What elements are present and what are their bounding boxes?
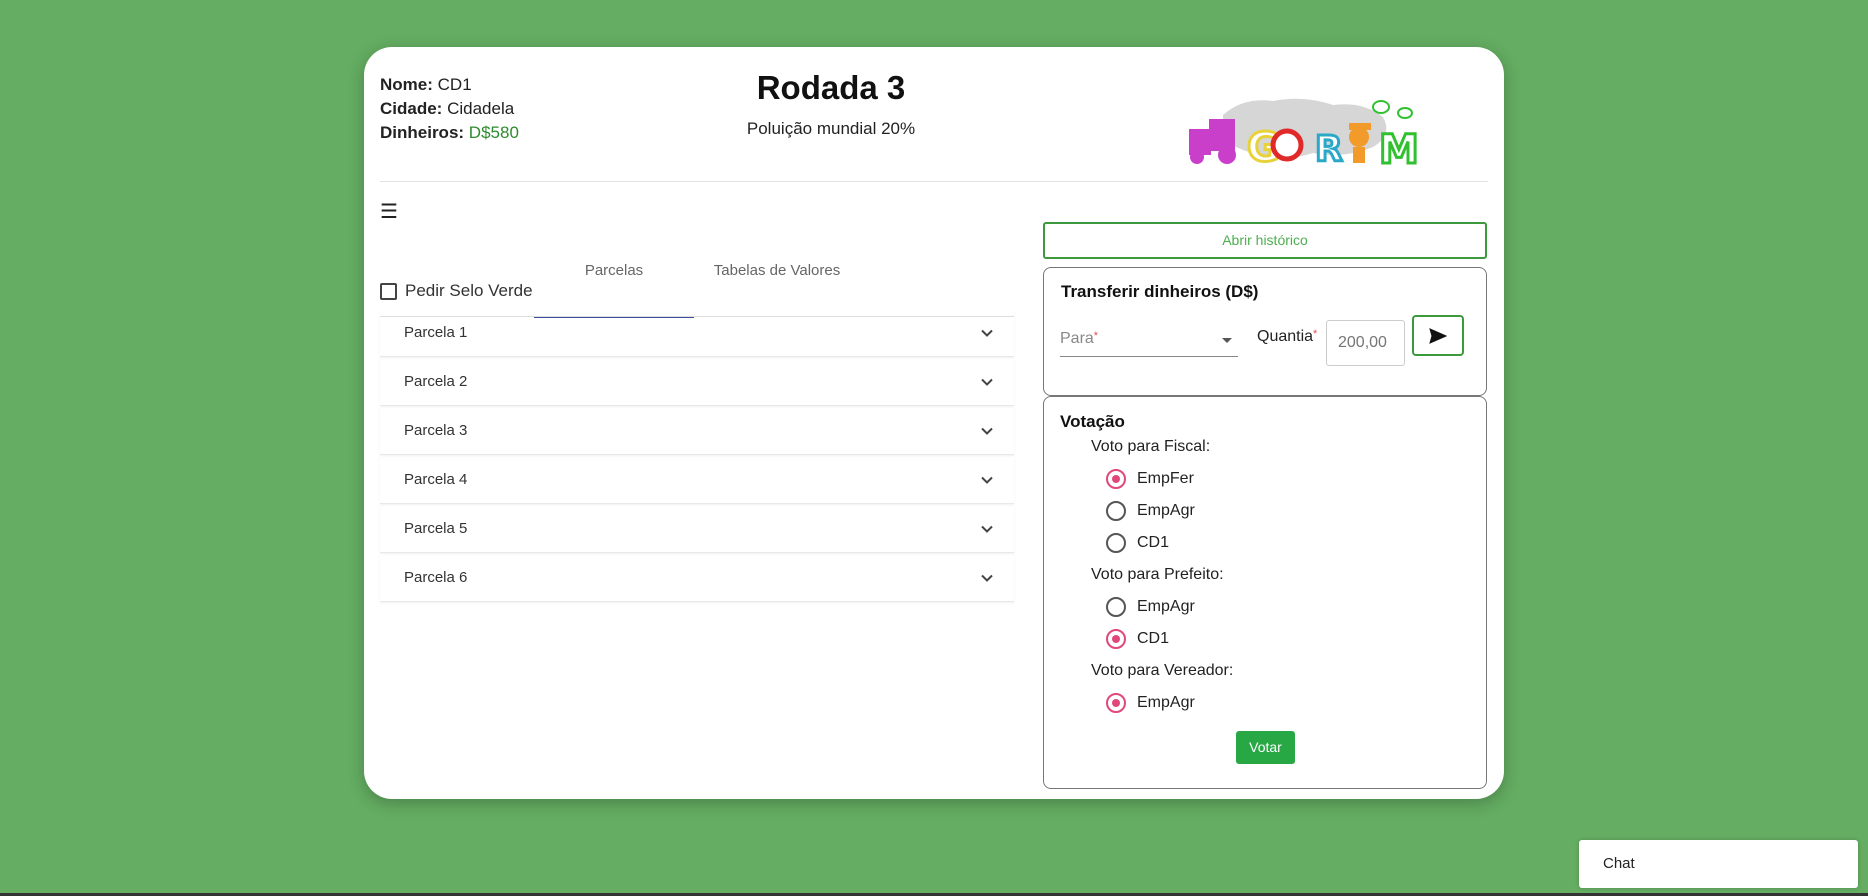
radio-option[interactable]: CD1 bbox=[1106, 629, 1169, 649]
radio-label: EmpFer bbox=[1137, 470, 1194, 487]
city-label: Cidade: bbox=[380, 99, 443, 118]
recipient-placeholder: Para bbox=[1060, 330, 1094, 347]
svg-text:R: R bbox=[1315, 129, 1343, 170]
transfer-panel: Transferir dinheiros (D$) Para* Quantia* bbox=[1043, 267, 1487, 396]
selo-verde-label: Pedir Selo Verde bbox=[405, 281, 533, 300]
dropdown-arrow-icon bbox=[1222, 338, 1232, 343]
radio-button[interactable] bbox=[1106, 533, 1126, 553]
vote-submit-button[interactable]: Votar bbox=[1236, 731, 1295, 764]
radio-label: CD1 bbox=[1137, 630, 1170, 647]
voting-panel: Votação Voto para Fiscal: EmpFer EmpAgr … bbox=[1043, 396, 1487, 789]
required-mark: * bbox=[1313, 328, 1318, 340]
transfer-recipient-select[interactable]: Para* bbox=[1060, 330, 1238, 357]
parcel-item[interactable]: Parcela 1 bbox=[380, 309, 1014, 357]
send-icon bbox=[1429, 327, 1447, 344]
chevron-down-icon bbox=[981, 476, 993, 484]
radio-button[interactable] bbox=[1106, 501, 1126, 521]
chevron-down-icon bbox=[981, 427, 993, 435]
parcel-label: Parcela 5 bbox=[404, 520, 468, 537]
vote-group-label-prefeito: Voto para Prefeito: bbox=[1091, 566, 1224, 583]
selo-verde-checkbox[interactable] bbox=[380, 282, 397, 300]
parcel-list: Parcela 1 Parcela 2 Parcela 3 Parcela 4 … bbox=[380, 309, 1014, 603]
parcel-item[interactable]: Parcela 4 bbox=[380, 456, 1014, 504]
radio-option[interactable]: CD1 bbox=[1106, 533, 1169, 553]
parcel-label: Parcela 2 bbox=[404, 373, 468, 390]
vote-group-label-fiscal: Voto para Fiscal: bbox=[1091, 438, 1211, 455]
parcel-label: Parcela 4 bbox=[404, 471, 468, 488]
parcel-item[interactable]: Parcela 3 bbox=[380, 407, 1014, 455]
game-card: Nome: CD1 Cidade: Cidadela Dinheiros: D$… bbox=[364, 47, 1504, 799]
gorim-logo: G R M bbox=[1189, 98, 1420, 175]
parcel-item[interactable]: Parcela 2 bbox=[380, 358, 1014, 406]
tab-parcelas[interactable]: Parcelas bbox=[534, 225, 694, 318]
svg-text:M: M bbox=[1379, 127, 1419, 173]
name-label: Nome: bbox=[380, 75, 433, 94]
chevron-down-icon bbox=[981, 329, 993, 337]
pollution-text: Poluição mundial 20% bbox=[746, 119, 916, 138]
player-info: Nome: CD1 Cidade: Cidadela Dinheiros: D$… bbox=[380, 73, 519, 145]
send-transfer-button[interactable] bbox=[1412, 315, 1464, 356]
radio-button[interactable] bbox=[1106, 629, 1126, 649]
money-label: Dinheiros: bbox=[380, 123, 465, 142]
radio-label: CD1 bbox=[1137, 534, 1170, 551]
voting-title: Votação bbox=[1060, 412, 1125, 431]
city-value: Cidadela bbox=[447, 99, 515, 118]
radio-option[interactable]: EmpFer bbox=[1106, 469, 1194, 489]
chat-widget[interactable]: Chat bbox=[1579, 840, 1858, 888]
selo-verde-option[interactable]: Pedir Selo Verde bbox=[380, 281, 533, 301]
parcel-label: Parcela 6 bbox=[404, 569, 468, 586]
parcel-item[interactable]: Parcela 6 bbox=[380, 554, 1014, 602]
parcel-item[interactable]: Parcela 5 bbox=[380, 505, 1014, 553]
required-mark: * bbox=[1093, 330, 1099, 342]
radio-option[interactable]: EmpAgr bbox=[1106, 693, 1195, 713]
radio-label: EmpAgr bbox=[1137, 694, 1195, 711]
vote-group-label-vereador: Voto para Vereador: bbox=[1091, 662, 1234, 679]
name-value: CD1 bbox=[437, 75, 472, 94]
radio-option[interactable]: EmpAgr bbox=[1106, 597, 1195, 617]
tab-bar: Parcelas Tabelas de Valores bbox=[380, 225, 1014, 318]
money-value: D$580 bbox=[468, 123, 519, 142]
radio-option[interactable]: EmpAgr bbox=[1106, 501, 1195, 521]
radio-button[interactable] bbox=[1106, 469, 1126, 489]
radio-button[interactable] bbox=[1106, 693, 1126, 713]
parcel-label: Parcela 1 bbox=[404, 324, 468, 341]
tab-tabelas-de-valores[interactable]: Tabelas de Valores bbox=[694, 225, 860, 316]
header-divider bbox=[380, 181, 1488, 182]
amount-label: Quantia* bbox=[1257, 328, 1317, 346]
round-title: Rodada 3 bbox=[756, 69, 906, 106]
amount-label-text: Quantia bbox=[1257, 328, 1314, 345]
chevron-down-icon bbox=[981, 525, 993, 533]
chevron-down-icon bbox=[981, 574, 993, 582]
radio-button[interactable] bbox=[1106, 597, 1126, 617]
chevron-down-icon bbox=[981, 378, 993, 386]
hamburger-menu-icon[interactable]: ☰ bbox=[380, 199, 398, 224]
radio-label: EmpAgr bbox=[1137, 502, 1195, 519]
radio-label: EmpAgr bbox=[1137, 598, 1195, 615]
amount-input[interactable] bbox=[1326, 320, 1405, 366]
parcel-label: Parcela 3 bbox=[404, 422, 468, 439]
transfer-title: Transferir dinheiros (D$) bbox=[1061, 282, 1259, 301]
open-history-button[interactable]: Abrir histórico bbox=[1043, 222, 1487, 259]
